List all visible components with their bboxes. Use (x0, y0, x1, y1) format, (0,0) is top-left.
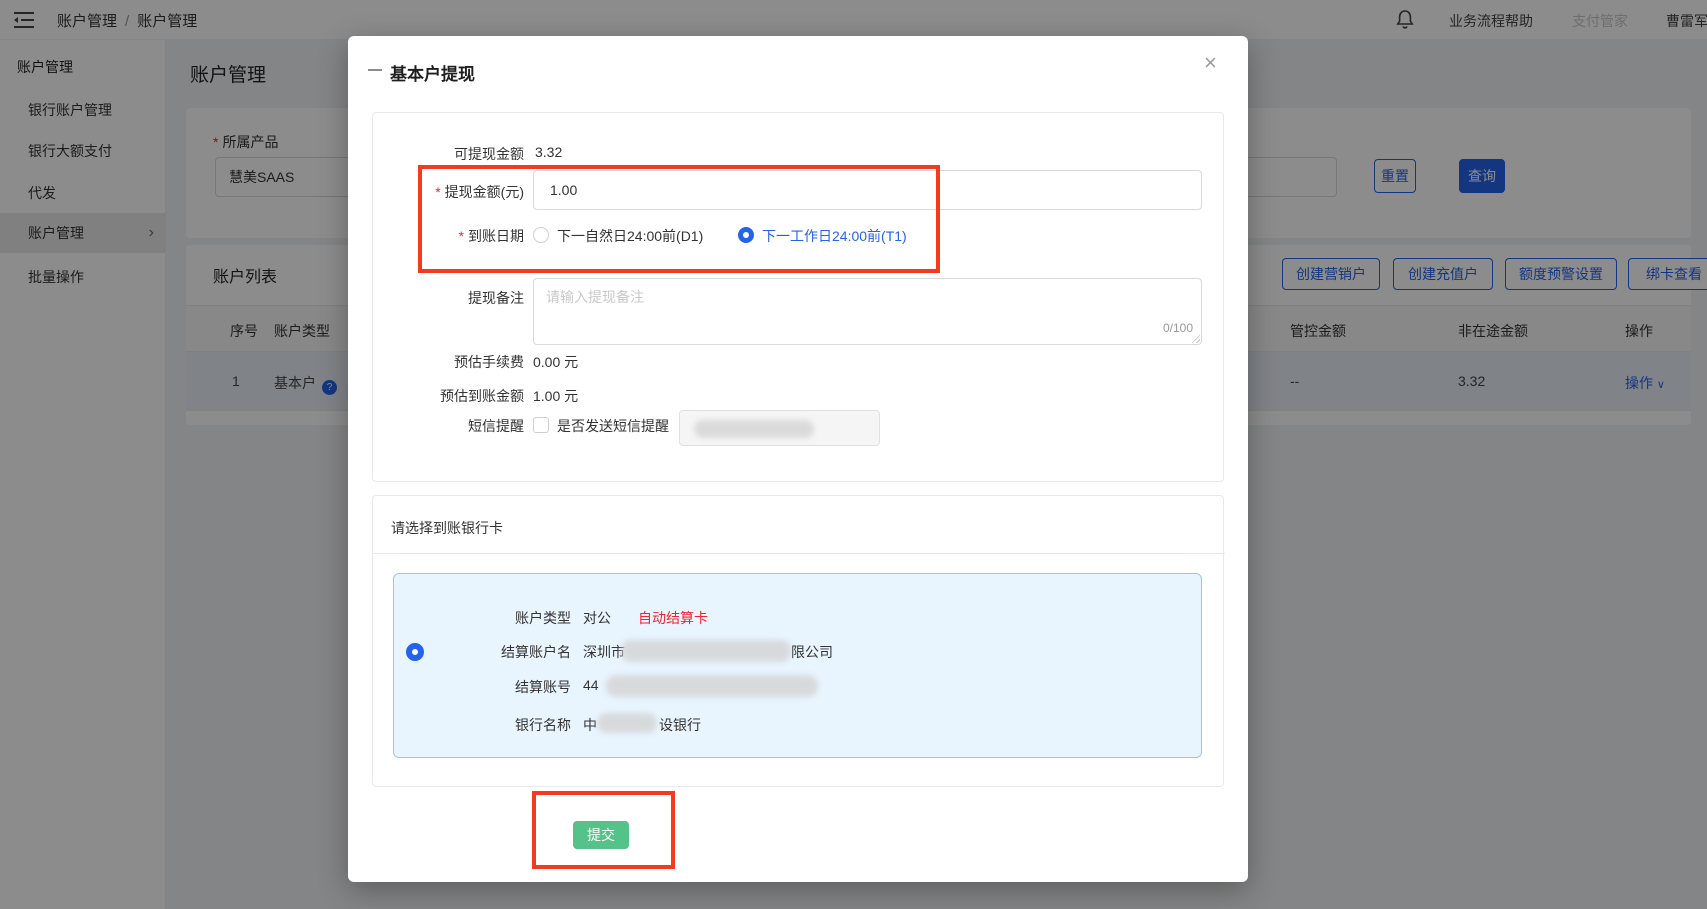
settlement-number-label: 结算账号 (394, 677, 571, 697)
estimated-arrival-value: 1.00 元 (533, 386, 578, 406)
settlement-name-label: 结算账户名 (394, 642, 571, 662)
bank-name-label: 银行名称 (394, 715, 571, 735)
account-type-label: 账户类型 (394, 608, 571, 628)
bank-name-prefix: 中 (583, 715, 597, 735)
bank-section-title: 请选择到账银行卡 (391, 518, 503, 538)
estimated-arrival-label: 预估到账金额 (348, 386, 524, 406)
withdraw-modal: 基本户提现 × 可提现金额 3.32 *提现金额(元) 1.00 *到账日期 下… (348, 36, 1248, 882)
available-amount-value: 3.32 (535, 144, 562, 160)
settlement-name-prefix: 深圳市 (583, 642, 625, 662)
section-divider (373, 553, 1225, 554)
required-mark: * (459, 228, 464, 244)
remark-label: 提现备注 (348, 288, 524, 308)
modal-title: 基本户提现 (390, 60, 475, 85)
fee-label: 预估手续费 (348, 352, 524, 372)
screen: 账户管理/账户管理 业务流程帮助 支付管家 曹雷军 账户管理 银行账户管理 银行… (0, 0, 1707, 909)
fee-value: 0.00 元 (533, 352, 578, 372)
account-type-value: 对公 (583, 608, 611, 628)
sms-label: 短信提醒 (348, 416, 524, 436)
redacted-name-blob (621, 640, 791, 662)
radio-t1[interactable] (738, 227, 754, 243)
sms-checkbox-label[interactable]: 是否发送短信提醒 (557, 416, 669, 436)
redacted-bank-blob (597, 713, 657, 733)
sms-checkbox[interactable] (533, 417, 549, 433)
sms-phone-input-disabled (679, 410, 880, 446)
radio-d1-label[interactable]: 下一自然日24:00前(D1) (557, 226, 703, 246)
withdraw-amount-label: *提现金额(元) (348, 182, 524, 202)
available-amount-label: 可提现金额 (348, 144, 524, 164)
radio-d1[interactable] (533, 227, 549, 243)
auto-settlement-tag: 自动结算卡 (638, 608, 708, 628)
withdraw-amount-input[interactable]: 1.00 (533, 170, 1202, 210)
radio-t1-label[interactable]: 下一工作日24:00前(T1) (762, 226, 907, 246)
arrival-date-label: *到账日期 (348, 226, 524, 246)
bank-card-option[interactable]: 账户类型 对公 自动结算卡 结算账户名 深圳市 限公司 结算账号 44 银行名称… (393, 573, 1202, 758)
settlement-name-suffix: 限公司 (791, 642, 833, 662)
settlement-number-prefix: 44 (583, 677, 599, 693)
submit-button[interactable]: 提交 (573, 821, 629, 849)
required-mark: * (435, 184, 440, 200)
redacted-phone-blob (694, 420, 814, 438)
close-icon[interactable]: × (1204, 52, 1217, 74)
remark-counter: 0/100 (1133, 321, 1193, 335)
redacted-number-blob (606, 675, 818, 697)
modal-title-dash (368, 69, 382, 71)
remark-textarea[interactable] (533, 278, 1202, 345)
bank-name-suffix: 设银行 (659, 715, 701, 735)
